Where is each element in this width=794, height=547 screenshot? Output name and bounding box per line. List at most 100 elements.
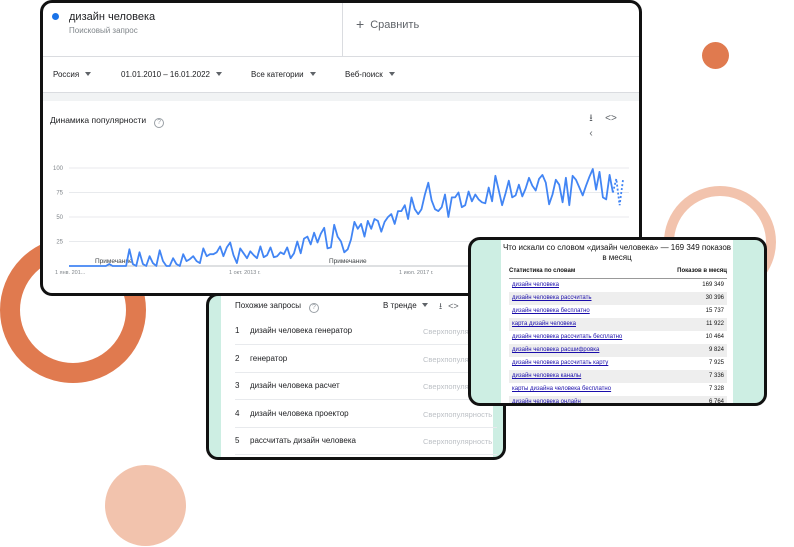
- impressions-value: 7 328: [708, 386, 724, 392]
- impressions-value: 7 925: [708, 360, 724, 366]
- decorative-dot: [105, 465, 186, 546]
- wordstat-row: дизайн человека расшифровка 9 824: [509, 344, 727, 357]
- search-term-card[interactable]: дизайн человека Поисковый запрос: [43, 3, 343, 57]
- chart-toolbar: ⭳ <>‹: [581, 111, 639, 139]
- plus-icon: +: [356, 16, 365, 32]
- chart-title: Динамика популярности?: [50, 115, 165, 128]
- impressions-value: 30 396: [705, 295, 724, 301]
- query-text: рассчитать дизайн человека: [250, 436, 357, 445]
- region-filter-label: Россия: [53, 70, 80, 79]
- chevron-down-icon: [388, 72, 395, 76]
- impressions-value: 169 349: [702, 282, 724, 288]
- keyword-link[interactable]: дизайн человека: [512, 282, 559, 288]
- related-filter-label: В тренде: [383, 301, 417, 310]
- search-term: дизайн человека: [69, 11, 156, 23]
- query-rank: 2: [235, 353, 240, 363]
- x-tick-label: 1 июл. 2017 г.: [399, 270, 434, 276]
- keyword-link[interactable]: дизайн человека рассчитать бесплатно: [512, 334, 622, 340]
- help-icon[interactable]: ?: [308, 303, 319, 313]
- chevron-down-icon: [85, 72, 92, 76]
- filters-row: Россия 01.01.2010 – 16.01.2022 Все катег…: [43, 57, 639, 93]
- impressions-value: 10 464: [705, 334, 724, 340]
- decorative-dot: [702, 42, 729, 69]
- keyword-link[interactable]: дизайн человека онлайн: [512, 399, 581, 403]
- impressions-column-header: Показов в месяц: [677, 268, 727, 274]
- download-icon[interactable]: ⭳: [581, 111, 601, 128]
- download-icon[interactable]: ⭳: [439, 299, 442, 315]
- keyword-link[interactable]: дизайн человека рассчитать карту: [512, 360, 608, 366]
- category-filter[interactable]: Все категории: [251, 70, 316, 79]
- impressions-value: 15 737: [705, 308, 724, 314]
- chevron-down-icon: [309, 72, 316, 76]
- related-queries-header: Похожие запросы?: [235, 301, 319, 313]
- x-tick-label: 1 окт. 2013 г.: [229, 270, 261, 276]
- search-term-type: Поисковый запрос: [69, 26, 138, 35]
- query-text: генератор: [250, 353, 288, 363]
- chevron-down-icon: [421, 303, 428, 307]
- wordstat-row: дизайн человека онлайн 6 764: [509, 396, 727, 405]
- chart-annotation: Примечание: [329, 258, 367, 265]
- query-rank: 4: [235, 408, 240, 418]
- breakout-badge: Сверхпопулярность: [423, 437, 493, 446]
- related-query-row[interactable]: 2 генератор Сверхпопулярность: [235, 346, 497, 373]
- wordstat-row: дизайн человека рассчитать 30 396: [509, 292, 727, 305]
- date-range-filter[interactable]: 01.01.2010 – 16.01.2022: [121, 70, 222, 79]
- query-text: дизайн человека проектор: [250, 408, 349, 418]
- wordstat-title: Что искали со словом «дизайн человека» —…: [502, 243, 732, 262]
- keywords-column-header: Статистика по словам: [509, 268, 576, 274]
- wordstat-row: дизайн человека рассчитать карту 7 925: [509, 357, 727, 370]
- category-filter-label: Все категории: [251, 70, 304, 79]
- wordstat-row: дизайн человека каналы 7 336: [509, 370, 727, 383]
- share-icon[interactable]: ‹: [581, 128, 601, 139]
- chevron-down-icon: [215, 72, 222, 76]
- query-rank: 5: [235, 436, 240, 445]
- y-tick-label: 25: [56, 240, 63, 246]
- chart-title-text: Динамика популярности: [50, 115, 147, 125]
- impressions-value: 11 922: [706, 321, 724, 327]
- keyword-link[interactable]: дизайн человека расшифровка: [512, 347, 599, 353]
- keyword-link[interactable]: дизайн человека каналы: [512, 373, 581, 379]
- query-text: дизайн человека генератор: [250, 326, 353, 335]
- wordstat-row: дизайн человека бесплатно 15 737: [509, 305, 727, 318]
- related-query-row[interactable]: 3 дизайн человека расчет Сверхпопулярность: [235, 373, 497, 400]
- breakout-badge: Сверхпопулярность: [423, 409, 493, 419]
- keyword-link[interactable]: карта дизайн человека: [512, 321, 576, 327]
- related-query-row[interactable]: 5 рассчитать дизайн человека Сверхпопулярн…: [235, 428, 497, 455]
- keyword-link[interactable]: карты дизайна человека бесплатно: [512, 386, 611, 392]
- keyword-link[interactable]: дизайн человека бесплатно: [512, 308, 590, 314]
- keyword-link[interactable]: дизайн человека рассчитать: [512, 295, 592, 301]
- wordstat-row: карты дизайна человека бесплатно 7 328: [509, 383, 727, 396]
- y-tick-label: 50: [56, 215, 63, 221]
- wordstat-row: дизайн человека 169 349: [509, 279, 727, 292]
- embed-icon[interactable]: <>: [448, 301, 459, 311]
- y-tick-label: 75: [56, 191, 63, 197]
- embed-icon[interactable]: <>: [601, 113, 621, 124]
- date-range-label: 01.01.2010 – 16.01.2022: [121, 70, 210, 79]
- wordstat-row: карта дизайн человека 11 922: [509, 318, 727, 331]
- region-filter[interactable]: Россия: [53, 70, 92, 79]
- related-toolbar: ⭳ <>: [439, 299, 465, 315]
- section-divider: [43, 93, 639, 101]
- search-row: дизайн человека Поисковый запрос + Сравни…: [43, 3, 639, 57]
- compare-button[interactable]: + Сравнить: [356, 16, 419, 32]
- related-filter-select[interactable]: В тренде: [383, 301, 428, 310]
- related-queries-window: Похожие запросы? В тренде ⭳ <> 1 дизайн че…: [206, 293, 506, 460]
- impressions-value: 7 336: [708, 373, 724, 379]
- related-query-row[interactable]: 1 дизайн человека генератор Сверхпопулярно…: [235, 318, 497, 345]
- query-rank: 3: [235, 381, 240, 390]
- related-query-row[interactable]: 4 дизайн человека проектор Сверхпопулярнос…: [235, 401, 497, 428]
- wordstat-window: Что искали со словом «дизайн человека» —…: [468, 237, 767, 406]
- y-tick-label: 100: [53, 166, 64, 172]
- search-type-label: Веб-поиск: [345, 70, 383, 79]
- series-color-dot: [52, 13, 59, 20]
- search-type-filter[interactable]: Веб-поиск: [345, 70, 395, 79]
- related-queries-title: Похожие запросы: [235, 301, 301, 310]
- query-rank: 1: [235, 326, 240, 335]
- wordstat-row: дизайн человека рассчитать бесплатно 10 4…: [509, 331, 727, 344]
- wordstat-table-header: Статистика по словам Показов в месяц: [509, 268, 727, 279]
- query-text: дизайн человека расчет: [250, 381, 340, 390]
- help-icon[interactable]: ?: [154, 118, 165, 128]
- compare-label: Сравнить: [370, 19, 420, 31]
- impressions-value: 6 764: [708, 399, 724, 405]
- impressions-value: 9 824: [708, 347, 724, 353]
